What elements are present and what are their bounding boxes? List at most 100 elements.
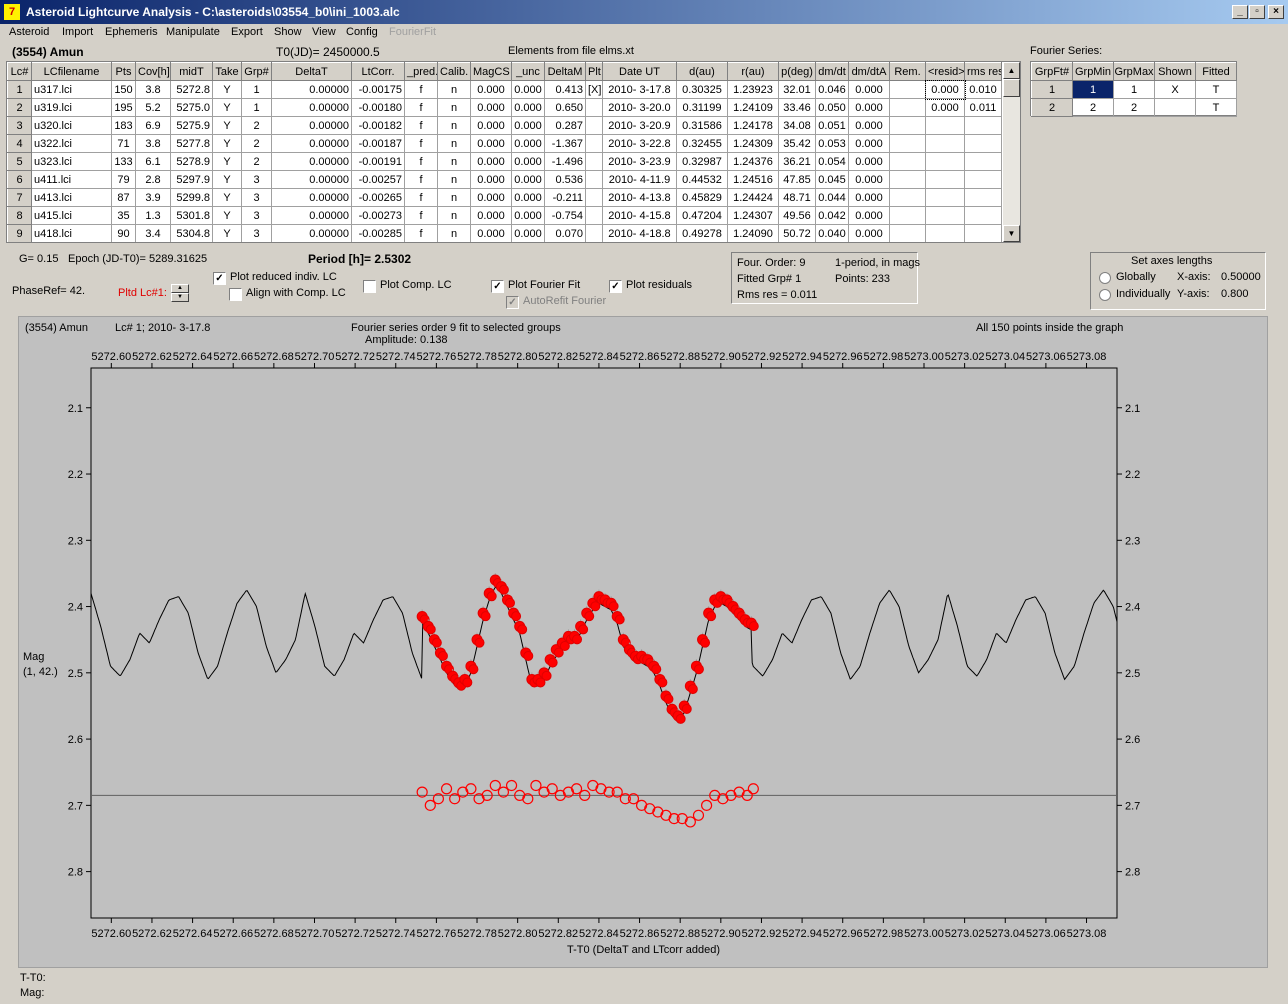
table-cell[interactable]: 0.000 bbox=[848, 170, 890, 189]
table-cell[interactable]: 1 bbox=[241, 80, 272, 99]
table-cell[interactable]: 6.1 bbox=[135, 152, 171, 171]
table-cell[interactable]: 4 bbox=[7, 134, 32, 153]
column-header[interactable]: GrpMax bbox=[1113, 62, 1155, 81]
table-row[interactable]: 9 u418.lci 90 3.4 5304.8 Y 3 0.00000 -0.00285 f n 0… bbox=[7, 224, 1002, 242]
table-cell[interactable]: 0.000 bbox=[848, 206, 890, 225]
column-header[interactable]: dm/dtA bbox=[848, 62, 890, 81]
table-cell[interactable]: 0.000 bbox=[470, 134, 512, 153]
table-cell[interactable]: u323.lci bbox=[31, 152, 112, 171]
table-cell[interactable]: 0.000 bbox=[848, 80, 890, 99]
table-cell[interactable]: 8 bbox=[7, 206, 32, 225]
table-cell[interactable]: Y bbox=[212, 116, 242, 135]
table-cell[interactable]: 3.9 bbox=[135, 188, 171, 207]
individually-radio[interactable] bbox=[1099, 289, 1111, 301]
table-cell[interactable]: 1 bbox=[241, 98, 272, 117]
column-header[interactable]: MagCS bbox=[470, 62, 512, 81]
table-cell[interactable] bbox=[889, 206, 926, 225]
table-cell[interactable]: 5275.9 bbox=[170, 116, 213, 135]
table-cell[interactable]: 0.045 bbox=[815, 170, 849, 189]
menu-asteroid[interactable]: Asteroid bbox=[9, 26, 49, 38]
table-cell[interactable]: Y bbox=[212, 98, 242, 117]
table-cell[interactable]: u320.lci bbox=[31, 116, 112, 135]
table-cell[interactable]: -0.00187 bbox=[351, 134, 405, 153]
fourier-cell[interactable]: 2 bbox=[1113, 98, 1155, 117]
table-cell[interactable] bbox=[889, 134, 926, 153]
column-header[interactable]: LCfilename bbox=[31, 62, 112, 81]
table-row[interactable]: 7 u413.lci 87 3.9 5299.8 Y 3 0.00000 -0.00265 f n 0… bbox=[7, 188, 1002, 207]
menu-show[interactable]: Show bbox=[274, 26, 302, 38]
table-cell[interactable]: u413.lci bbox=[31, 188, 112, 207]
table-cell[interactable]: f bbox=[404, 206, 438, 225]
fourier-cell[interactable]: 1 bbox=[1072, 80, 1114, 99]
table-cell[interactable]: 133 bbox=[111, 152, 136, 171]
table-cell[interactable]: 0.00000 bbox=[271, 80, 352, 99]
table-cell[interactable]: 2 bbox=[241, 134, 272, 153]
table-cell[interactable]: 0.287 bbox=[544, 116, 586, 135]
table-cell[interactable]: 0.00000 bbox=[271, 134, 352, 153]
table-cell[interactable]: 32.01 bbox=[778, 80, 816, 99]
table-cell[interactable]: f bbox=[404, 152, 438, 171]
column-header[interactable]: DeltaM bbox=[544, 62, 586, 81]
table-cell[interactable]: -0.00175 bbox=[351, 80, 405, 99]
table-cell[interactable]: 2010- 3-23.9 bbox=[602, 152, 677, 171]
table-cell[interactable]: -0.00257 bbox=[351, 170, 405, 189]
table-cell[interactable] bbox=[964, 116, 1002, 135]
table-cell[interactable]: 0.000 bbox=[848, 98, 890, 117]
table-cell[interactable]: 35.42 bbox=[778, 134, 816, 153]
menu-ephemeris[interactable]: Ephemeris bbox=[105, 26, 158, 38]
table-cell[interactable]: 1.23923 bbox=[727, 80, 779, 99]
table-cell[interactable] bbox=[585, 116, 603, 135]
table-cell[interactable]: 0.00000 bbox=[271, 224, 352, 242]
table-cell[interactable]: 5301.8 bbox=[170, 206, 213, 225]
table-row[interactable]: 4 u322.lci 71 3.8 5277.8 Y 2 0.00000 -0.00187 f n 0… bbox=[7, 134, 1002, 153]
fourier-cell[interactable]: 2 bbox=[1031, 98, 1073, 117]
table-cell[interactable]: 2010- 3-20.0 bbox=[602, 98, 677, 117]
table-cell[interactable]: f bbox=[404, 116, 438, 135]
column-header[interactable]: Grp# bbox=[241, 62, 272, 81]
menu-import[interactable]: Import bbox=[62, 26, 93, 38]
table-cell[interactable]: 3 bbox=[241, 224, 272, 242]
table-cell[interactable]: u317.lci bbox=[31, 80, 112, 99]
column-header[interactable]: dm/dt bbox=[815, 62, 849, 81]
table-cell[interactable]: 0.000 bbox=[848, 152, 890, 171]
table-cell[interactable]: -0.00182 bbox=[351, 116, 405, 135]
table-cell[interactable]: Y bbox=[212, 80, 242, 99]
column-header[interactable]: Lc# bbox=[7, 62, 32, 81]
menu-view[interactable]: View bbox=[312, 26, 336, 38]
table-cell[interactable]: 0.00000 bbox=[271, 116, 352, 135]
fourier-cell[interactable]: 1 bbox=[1113, 80, 1155, 99]
table-cell[interactable]: 2010- 3-20.9 bbox=[602, 116, 677, 135]
table-cell[interactable] bbox=[889, 116, 926, 135]
table-cell[interactable]: 0.040 bbox=[815, 224, 849, 242]
table-row[interactable]: 5 u323.lci 133 6.1 5278.9 Y 2 0.00000 -0.00191 f n… bbox=[7, 152, 1002, 171]
table-cell[interactable] bbox=[964, 206, 1002, 225]
table-cell[interactable]: u322.lci bbox=[31, 134, 112, 153]
column-header[interactable]: Plt bbox=[585, 62, 603, 81]
table-scrollbar[interactable]: ▲ ▼ bbox=[1003, 62, 1020, 242]
table-cell[interactable]: 0.32987 bbox=[676, 152, 728, 171]
table-cell[interactable]: 2 bbox=[241, 116, 272, 135]
table-cell[interactable]: 2 bbox=[7, 98, 32, 117]
column-header[interactable]: Take bbox=[212, 62, 242, 81]
table-cell[interactable]: 0.051 bbox=[815, 116, 849, 135]
table-cell[interactable]: 0.00000 bbox=[271, 98, 352, 117]
table-cell[interactable]: f bbox=[404, 224, 438, 242]
table-cell[interactable]: Y bbox=[212, 206, 242, 225]
table-cell[interactable] bbox=[889, 170, 926, 189]
table-cell[interactable]: f bbox=[404, 188, 438, 207]
column-header[interactable]: Shown bbox=[1154, 62, 1196, 81]
table-cell[interactable]: 1.24109 bbox=[727, 98, 779, 117]
table-cell[interactable]: 0.30325 bbox=[676, 80, 728, 99]
spin-up-icon[interactable]: ▲ bbox=[171, 284, 189, 293]
plot-comp-checkbox[interactable] bbox=[363, 280, 376, 293]
table-cell[interactable]: 0.47204 bbox=[676, 206, 728, 225]
table-cell[interactable]: f bbox=[404, 98, 438, 117]
table-row[interactable]: 2 u319.lci 195 5.2 5275.0 Y 1 0.00000 -0.00180 f n… bbox=[7, 98, 1002, 117]
table-cell[interactable]: 0.042 bbox=[815, 206, 849, 225]
table-cell[interactable]: 5275.0 bbox=[170, 98, 213, 117]
table-cell[interactable]: -0.754 bbox=[544, 206, 586, 225]
plot-fourier-checkbox[interactable]: ✓ bbox=[491, 280, 504, 293]
plot-canvas[interactable]: 5272.605272.605272.625272.625272.645272.… bbox=[19, 317, 1269, 969]
column-header[interactable]: GrpFt# bbox=[1031, 62, 1073, 81]
table-cell[interactable]: 0.536 bbox=[544, 170, 586, 189]
